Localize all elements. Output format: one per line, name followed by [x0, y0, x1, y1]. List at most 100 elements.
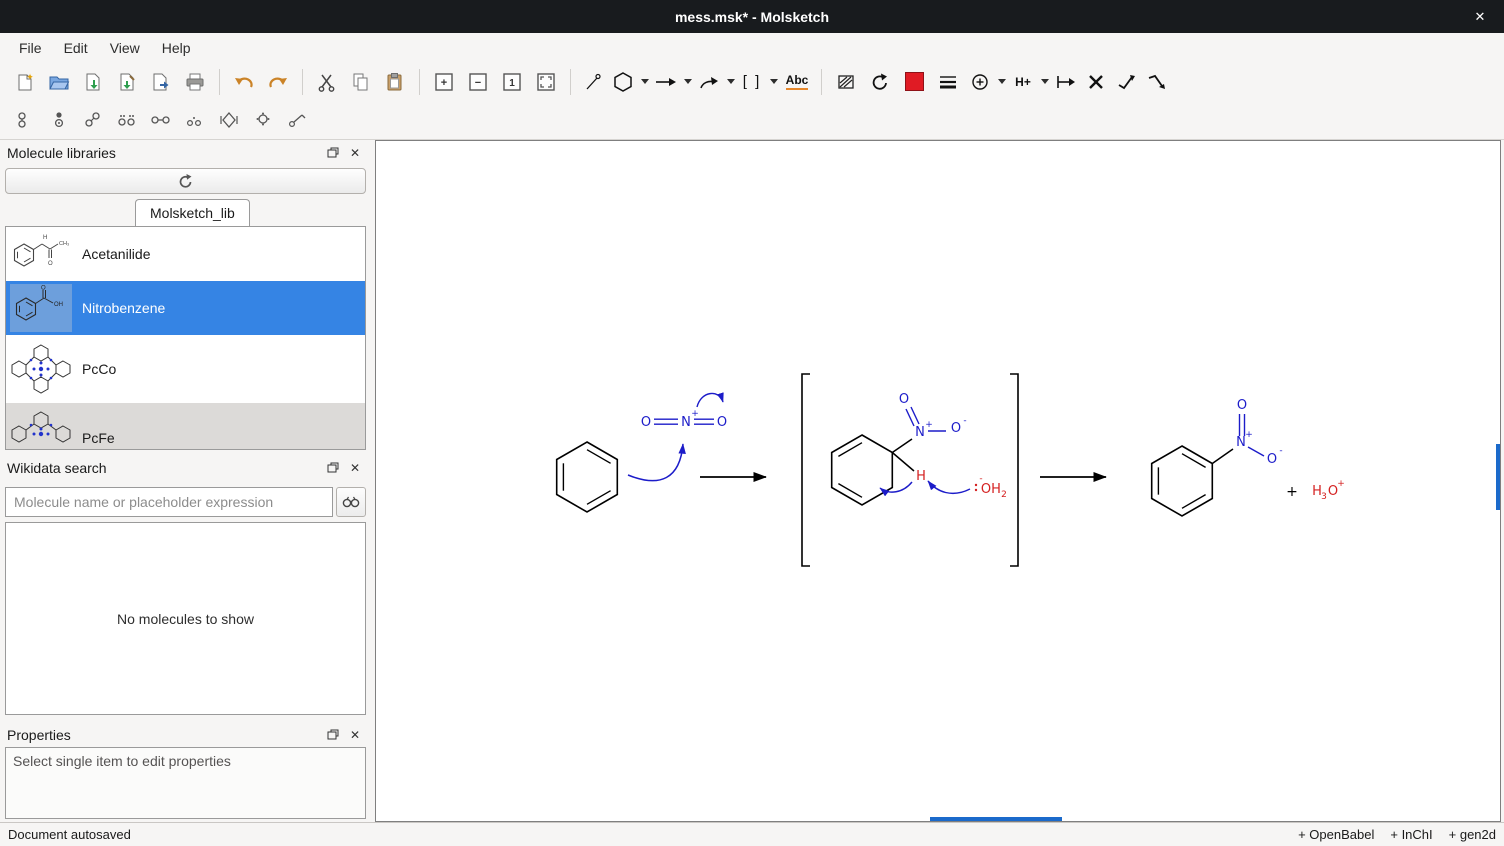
library-item-pcco[interactable]: PcCo — [6, 335, 365, 403]
zoom-original-button[interactable]: 1 — [495, 66, 529, 98]
undo-button[interactable] — [227, 66, 261, 98]
float-panel-icon[interactable] — [324, 726, 342, 744]
hydrogen-dropdown[interactable] — [1038, 66, 1051, 98]
svg-text:−: − — [475, 77, 481, 89]
ring-tool[interactable] — [608, 66, 638, 98]
library-item-label: Nitrobenzene — [82, 300, 165, 316]
svg-text:1: 1 — [509, 78, 515, 89]
hydrogen-tool[interactable]: H+ — [1008, 66, 1038, 98]
library-item-label: Acetanilide — [82, 246, 151, 262]
canvas-horizontal-scrollbar[interactable] — [930, 817, 1062, 821]
right-bracket — [1010, 374, 1018, 566]
fragment-tool-6[interactable] — [178, 104, 212, 136]
bracket-tool[interactable]: [ ] — [737, 66, 767, 98]
canvas-vertical-scrollbar[interactable] — [1496, 444, 1500, 510]
color-picker-button[interactable] — [897, 66, 931, 98]
flip-vertical-tool[interactable] — [1141, 66, 1171, 98]
molecule-search-input[interactable] — [5, 487, 333, 517]
redo-button[interactable] — [261, 66, 295, 98]
zoom-fit-button[interactable] — [529, 66, 563, 98]
draw-bond-tool[interactable] — [578, 66, 608, 98]
base-oh2: - O H 2 — [975, 474, 1007, 500]
window-close-icon[interactable]: ✕ — [1466, 0, 1494, 33]
fragment-tool-9[interactable] — [280, 104, 314, 136]
menu-view[interactable]: View — [99, 36, 151, 60]
library-item-pcfe[interactable]: PcFe — [6, 403, 365, 450]
status-bar: Document autosaved + OpenBabel + InChI +… — [0, 822, 1504, 846]
svg-text:O: O — [48, 261, 53, 267]
fragment-tool-5[interactable] — [144, 104, 178, 136]
electron-arrow-ch-to-ring — [880, 482, 912, 492]
svg-text:+: + — [441, 77, 447, 89]
save-as-button[interactable] — [110, 66, 144, 98]
save-button[interactable] — [76, 66, 110, 98]
zoom-out-button[interactable]: − — [461, 66, 495, 98]
zoom-in-button[interactable]: + — [427, 66, 461, 98]
refresh-libraries-button[interactable] — [5, 168, 366, 194]
connect-arrow-tool[interactable] — [1051, 66, 1081, 98]
menu-edit[interactable]: Edit — [53, 36, 99, 60]
print-button[interactable] — [178, 66, 212, 98]
fragment-tool-2[interactable] — [42, 104, 76, 136]
menu-file[interactable]: File — [8, 36, 53, 60]
hatch-tool[interactable] — [829, 66, 863, 98]
new-file-button[interactable]: ✦ — [8, 66, 42, 98]
line-width-button[interactable] — [931, 66, 965, 98]
fragment-tool-8[interactable] — [246, 104, 280, 136]
left-bracket — [802, 374, 810, 566]
fragment-tool-1[interactable] — [8, 104, 42, 136]
search-button[interactable] — [336, 487, 366, 517]
wikidata-search-panel: Wikidata search ✕ No molecules to show — [0, 455, 371, 722]
fragment-tool-7[interactable] — [212, 104, 246, 136]
bracket-dropdown[interactable] — [767, 66, 780, 98]
electron-arrow-base-to-h — [928, 481, 970, 493]
float-panel-icon[interactable] — [324, 459, 342, 477]
flip-horizontal-tool[interactable] — [1111, 66, 1141, 98]
arrow-dropdown[interactable] — [681, 66, 694, 98]
tab-molsketch-lib[interactable]: Molsketch_lib — [135, 199, 250, 226]
toolbar-separator — [419, 69, 420, 95]
close-panel-icon[interactable]: ✕ — [346, 726, 364, 744]
wikidata-search-header: Wikidata search ✕ — [0, 455, 371, 480]
float-panel-icon[interactable] — [324, 144, 342, 162]
menu-help[interactable]: Help — [151, 36, 202, 60]
svg-text:O: O — [41, 286, 46, 292]
benzene-molecule — [557, 442, 618, 512]
ring-dropdown[interactable] — [638, 66, 651, 98]
hydronium-ion: H 3 O + — [1312, 479, 1345, 502]
copy-button[interactable] — [344, 66, 378, 98]
toolbar-separator — [302, 69, 303, 95]
close-panel-icon[interactable]: ✕ — [346, 459, 364, 477]
text-tool[interactable]: Abc — [780, 66, 814, 98]
open-button[interactable] — [42, 66, 76, 98]
delete-tool[interactable] — [1081, 66, 1111, 98]
export-button[interactable] — [144, 66, 178, 98]
nitronium-ion: O N + O — [641, 409, 727, 430]
svg-text:H: H — [43, 235, 47, 241]
structure-toolbar — [0, 101, 1504, 140]
properties-content: Select single item to edit properties — [5, 747, 366, 819]
fragment-tool-3[interactable] — [76, 104, 110, 136]
toolbar-separator — [821, 69, 822, 95]
mechanism-arrow-dropdown[interactable] — [724, 66, 737, 98]
cut-button[interactable] — [310, 66, 344, 98]
rotate-tool[interactable] — [863, 66, 897, 98]
arrow-tool[interactable] — [651, 66, 681, 98]
close-panel-icon[interactable]: ✕ — [346, 144, 364, 162]
paste-button[interactable] — [378, 66, 412, 98]
acetanilide-structure-thumbnail: HOCH₃ — [10, 230, 72, 278]
library-item-nitrobenzene[interactable]: OOH Nitrobenzene — [6, 281, 365, 335]
svg-text:H: H — [991, 482, 1001, 497]
svg-text:O: O — [981, 482, 991, 497]
electron-arrow-benzene-to-nitronium — [628, 444, 683, 481]
status-openbabel: + OpenBabel — [1298, 827, 1374, 842]
fragment-tool-4[interactable] — [110, 104, 144, 136]
library-item-acetanilide[interactable]: HOCH₃ Acetanilide — [6, 227, 365, 281]
drawing-canvas[interactable]: O N + O N + O O - — [375, 140, 1501, 822]
mechanism-arrow-tool[interactable] — [694, 66, 724, 98]
charge-tool[interactable] — [965, 66, 995, 98]
molecule-libraries-header: Molecule libraries ✕ — [0, 140, 371, 165]
charge-dropdown[interactable] — [995, 66, 1008, 98]
svg-text:O: O — [1267, 452, 1277, 467]
molecule-library-list: HOCH₃ Acetanilide OOH Nitrobenzene PcCo … — [5, 226, 366, 450]
